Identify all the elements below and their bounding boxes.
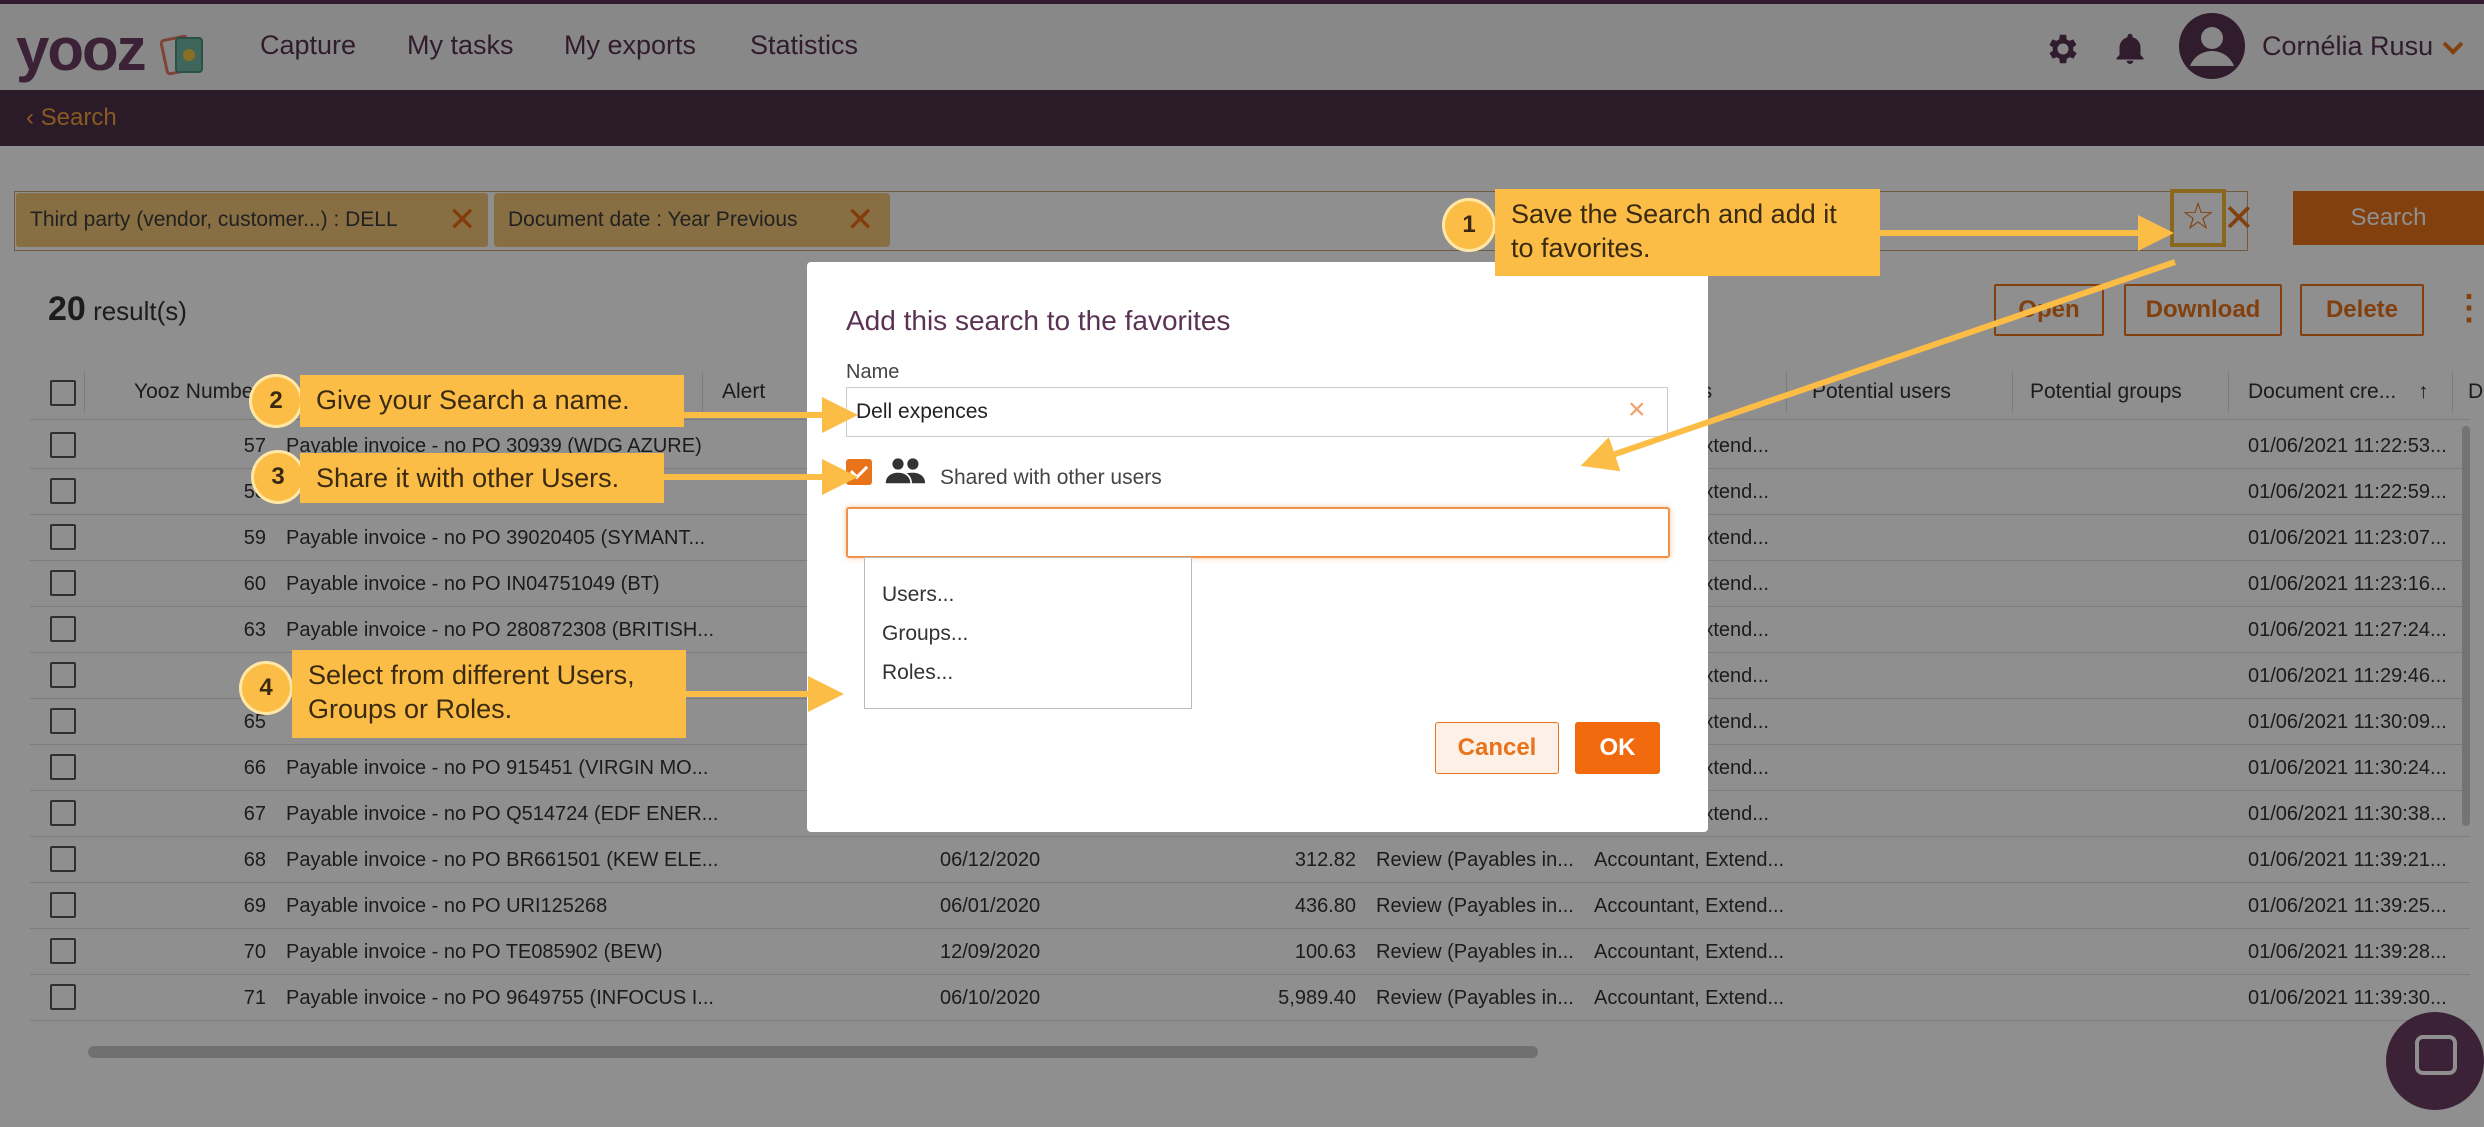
callout-3-number: 3 <box>254 453 302 501</box>
callout-2-text: Give your Search a name. <box>300 375 684 427</box>
callout-arrows <box>664 215 2176 712</box>
arrow-star-to-dialog <box>1580 259 2176 472</box>
callout-1-number: 1 <box>1445 201 1493 249</box>
callout-4-number: 4 <box>242 664 290 712</box>
callout-2-number: 2 <box>252 377 300 425</box>
callout-4-text: Select from different Users, Groups or R… <box>292 650 686 738</box>
callout-1-text: Save the Search and add it to favorites. <box>1495 189 1880 276</box>
callout-3-text: Share it with other Users. <box>300 453 664 503</box>
